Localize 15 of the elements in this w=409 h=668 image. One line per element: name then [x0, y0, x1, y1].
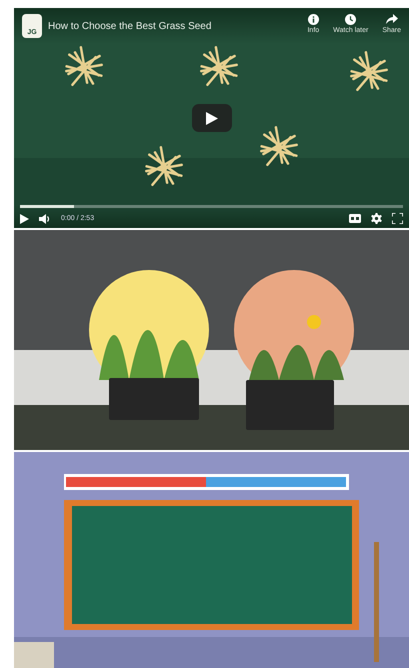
fullscreen-button[interactable] — [392, 213, 403, 224]
volume-icon[interactable] — [39, 214, 51, 224]
info-icon — [308, 14, 319, 25]
captions-button[interactable] — [349, 214, 361, 223]
clock-icon — [345, 14, 356, 25]
video-title[interactable]: How to Choose the Best Grass Seed — [48, 21, 294, 32]
play-button[interactable] — [192, 104, 232, 132]
settings-icon — [371, 213, 382, 224]
progress-bar[interactable] — [20, 205, 403, 208]
play-icon[interactable] — [20, 214, 29, 224]
share-icon — [386, 14, 398, 25]
captions-icon — [349, 214, 361, 223]
settings-button[interactable] — [371, 213, 382, 224]
play-icon — [206, 112, 218, 124]
fullscreen-icon — [392, 213, 403, 224]
